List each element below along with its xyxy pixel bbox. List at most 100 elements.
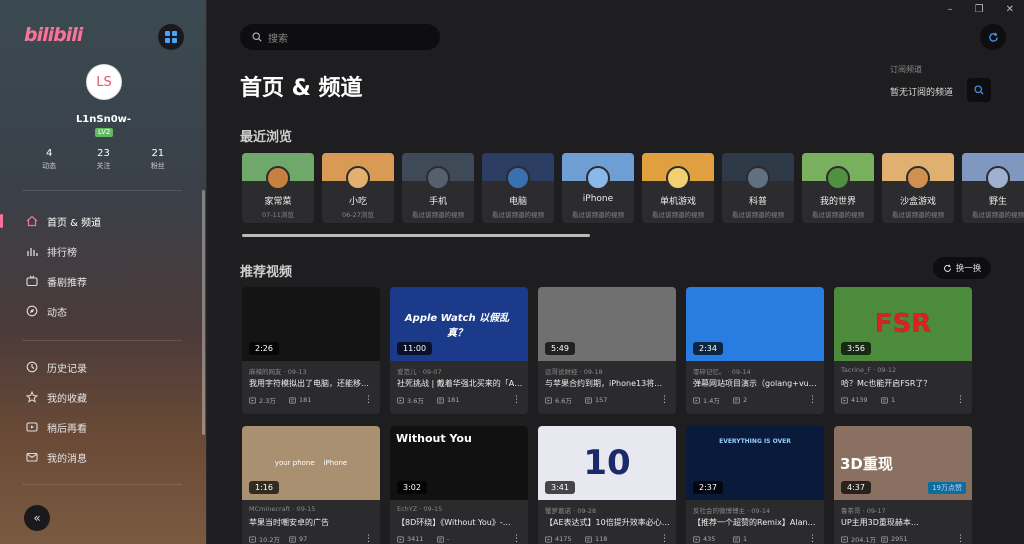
danmaku-count: 2 <box>743 396 748 404</box>
video-title[interactable]: 与苹果合约到期，iPhone13将… <box>545 378 671 389</box>
video-author-date[interactable]: 远哥说财经 · 09-18 <box>545 366 603 376</box>
channel-card[interactable]: 我的世界 看过该频道的视频 <box>802 153 874 223</box>
video-thumbnail[interactable]: 5:49 <box>538 287 676 361</box>
video-thumbnail[interactable]: 2:26 <box>242 287 380 361</box>
video-stats: 3.6万 181 ⋮ <box>397 395 521 405</box>
video-card[interactable]: 3D重现 4:37 19万点赞鲁茶哥 · 09-17 UP主用3D重现赫本… 204.1… <box>834 426 972 544</box>
channel-search-button[interactable] <box>967 78 991 102</box>
video-title[interactable]: UP主用3D重现赫本… <box>841 517 967 528</box>
video-stats: 435 1 ⋮ <box>693 534 817 544</box>
maximize-button[interactable]: ❐ <box>975 4 984 15</box>
video-thumbnail[interactable]: your phone iPhone 1:16 <box>242 426 380 500</box>
video-author-date[interactable]: 鲁茶哥 · 09-17 <box>841 505 886 515</box>
video-author-date[interactable]: MCminecraft · 09-15 <box>249 505 315 513</box>
recommend-section-title: 推荐视频 <box>240 265 293 280</box>
minimize-button[interactable]: – <box>948 4 953 15</box>
stat-followers[interactable]: 21 粉丝 <box>151 148 165 171</box>
video-author-date[interactable]: 蟹萝葛诺 · 09-28 <box>545 505 596 515</box>
video-thumbnail[interactable]: Without You 3:02 <box>390 426 528 500</box>
video-card[interactable]: 2:34 零碎记忆。 · 09-14 弹幕网站项目演示（golang+vu… 1.4万… <box>686 287 824 414</box>
app-grid-button[interactable] <box>158 24 184 50</box>
danmaku-icon <box>437 536 444 542</box>
video-title[interactable]: 【AE表达式】10倍提升效率必心… <box>545 517 671 528</box>
search-input[interactable]: 搜索 <box>240 24 440 50</box>
user-stats: 4 动态 23 关注 21 粉丝 <box>0 148 206 171</box>
video-card[interactable]: Apple Watch 以假乱真？ 11:00 爱范儿 · 09-07 社死挑战 | … <box>390 287 528 414</box>
video-title[interactable]: 弹幕网站项目演示（golang+vu… <box>693 378 819 389</box>
video-card[interactable]: 2:26 麻辣的网友 · 09-13 我用字符模拟出了电脑，还能移… 2.3万 181 ⋮ <box>242 287 380 414</box>
video-author-date[interactable]: 反社会的微博博主 · 09-14 <box>693 505 770 515</box>
channel-name: 沙盒游戏 <box>899 197 936 207</box>
nav-messages[interactable]: 我的消息 <box>0 442 206 472</box>
view-count: 204.1万 <box>851 536 877 544</box>
view-count: 10.2万 <box>259 536 280 544</box>
more-options-icon[interactable]: ⋮ <box>364 534 373 544</box>
video-card[interactable]: Without You 3:02 EchYZ · 09-15 【8D环绕】《Witho… <box>390 426 528 544</box>
channel-card[interactable]: 家常菜 07-11浏览 <box>242 153 314 223</box>
channel-card[interactable]: 野生 看过该频道的视频 <box>962 153 1024 223</box>
nav-watch-later[interactable]: 稍后再看 <box>0 412 206 442</box>
nav-favorites[interactable]: 我的收藏 <box>0 382 206 412</box>
video-thumbnail[interactable]: FSR 3:56 <box>834 287 972 361</box>
video-card[interactable]: FSR 3:56 Tacrine_F · 09-12 哈？Mc也能开启FSR了？ 413… <box>834 287 972 414</box>
more-options-icon[interactable]: ⋮ <box>956 395 965 405</box>
video-author-date[interactable]: 麻辣的网友 · 09-13 <box>249 366 307 376</box>
channel-card[interactable]: 手机 看过该频道的视频 <box>402 153 474 223</box>
video-author-date[interactable]: Tacrine_F · 09-12 <box>841 366 896 374</box>
danmaku-count: 181 <box>299 396 312 404</box>
stat-dynamics[interactable]: 4 动态 <box>42 148 56 171</box>
video-thumbnail[interactable]: 10 3:41 <box>538 426 676 500</box>
video-card[interactable]: EVERYTHING IS OVER 2:37 反社会的微博博主 · 09-14 【推… <box>686 426 824 544</box>
stat-following[interactable]: 23 关注 <box>96 148 110 171</box>
shuffle-button[interactable]: 换一换 <box>933 257 991 279</box>
video-author-date[interactable]: EchYZ · 09-15 <box>397 505 442 513</box>
video-card[interactable]: 10 3:41 蟹萝葛诺 · 09-28 【AE表达式】10倍提升效率必心… 4175 1… <box>538 426 676 544</box>
refresh-button[interactable] <box>980 24 1006 50</box>
channel-name: 单机游戏 <box>659 197 696 207</box>
video-title[interactable]: 社死挑战 | 戴着华强北买来的「A… <box>397 378 523 389</box>
more-options-icon[interactable]: ⋮ <box>808 395 817 405</box>
nav-home[interactable]: 首页 & 频道 <box>0 206 206 236</box>
video-title[interactable]: 【8D环绕】《Without You》-… <box>397 517 523 528</box>
danmaku-count: 181 <box>447 396 460 404</box>
avatar[interactable]: LS <box>86 64 122 100</box>
video-thumbnail[interactable]: 3D重现 4:37 19万点赞 <box>834 426 972 500</box>
more-options-icon[interactable]: ⋮ <box>660 534 669 544</box>
video-title[interactable]: 哈？Mc也能开启FSR了？ <box>841 378 967 389</box>
more-options-icon[interactable]: ⋮ <box>512 395 521 405</box>
video-author-date[interactable]: 爱范儿 · 09-07 <box>397 366 442 376</box>
video-thumbnail[interactable]: Apple Watch 以假乱真？ 11:00 <box>390 287 528 361</box>
main-content: – ❐ ✕ 搜索 首页 & 频道 订阅频道 暂无订阅的频道 最近浏览 家常菜 07… <box>207 0 1024 544</box>
channel-card[interactable]: 小吃 06-27浏览 <box>322 153 394 223</box>
bilibili-logo[interactable]: bilibili <box>24 24 83 46</box>
more-options-icon[interactable]: ⋮ <box>808 534 817 544</box>
channel-card[interactable]: 电脑 看过该频道的视频 <box>482 153 554 223</box>
nav-anime[interactable]: 番剧推荐 <box>0 266 206 296</box>
close-button[interactable]: ✕ <box>1006 4 1014 15</box>
video-title[interactable]: 我用字符模拟出了电脑，还能移… <box>249 378 375 389</box>
channel-card[interactable]: 科普 看过该频道的视频 <box>722 153 794 223</box>
video-title[interactable]: 苹果当时嘲安卓的广告 <box>249 517 375 528</box>
nav-history[interactable]: 历史记录 <box>0 352 206 382</box>
channel-subtitle: 看过该频道的视频 <box>652 211 704 219</box>
play-count-icon <box>397 397 404 403</box>
video-author-date[interactable]: 零碎记忆。 · 09-14 <box>693 366 751 376</box>
video-title[interactable]: 【推荐一个超赞的Remix】Alan… <box>693 517 819 528</box>
collapse-sidebar-button[interactable]: « <box>24 505 50 531</box>
channel-card[interactable]: 单机游戏看过该频道的视频 <box>642 153 714 223</box>
more-options-icon[interactable]: ⋮ <box>512 534 521 544</box>
channel-card[interactable]: 沙盒游戏 看过该频道的视频 <box>882 153 954 223</box>
nav-dynamics[interactable]: 动态 <box>0 296 206 326</box>
sidebar-scrollbar[interactable] <box>202 190 205 435</box>
more-options-icon[interactable]: ⋮ <box>660 395 669 405</box>
video-thumbnail[interactable]: 2:34 <box>686 287 824 361</box>
video-thumbnail[interactable]: EVERYTHING IS OVER 2:37 <box>686 426 824 500</box>
video-card[interactable]: 5:49 远哥说财经 · 09-18 与苹果合约到期，iPhone13将… 6.6万 1… <box>538 287 676 414</box>
channels-scrollbar[interactable] <box>242 234 590 237</box>
channel-card[interactable]: iPhone 看过该频道的视频 <box>562 153 634 223</box>
more-options-icon[interactable]: ⋮ <box>364 395 373 405</box>
nav-ranking[interactable]: 排行榜 <box>0 236 206 266</box>
video-card[interactable]: your phone iPhone 1:16 MCminecraft · 09-15… <box>242 426 380 544</box>
more-options-icon[interactable]: ⋮ <box>956 534 965 544</box>
search-placeholder: 搜索 <box>268 33 288 45</box>
